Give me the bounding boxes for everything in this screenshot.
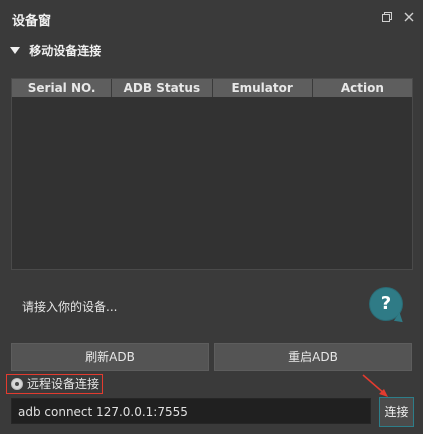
restore-icon[interactable] bbox=[381, 11, 393, 23]
connect-button[interactable]: 连接 bbox=[379, 397, 414, 427]
refresh-adb-button[interactable]: 刷新ADB bbox=[11, 343, 209, 371]
column-header-emulator[interactable]: Emulator bbox=[213, 79, 313, 97]
window-title: 设备窗 bbox=[12, 14, 52, 29]
close-icon[interactable] bbox=[403, 11, 415, 23]
column-header-adb-status[interactable]: ADB Status bbox=[112, 79, 213, 97]
help-button[interactable]: ? bbox=[370, 288, 402, 320]
column-header-action[interactable]: Action bbox=[313, 79, 412, 97]
remote-device-option[interactable]: 远程设备连接 bbox=[6, 374, 103, 394]
adb-connect-input[interactable]: adb connect 127.0.0.1:7555 bbox=[11, 398, 371, 424]
question-icon: ? bbox=[380, 293, 392, 314]
remote-label: 远程设备连接 bbox=[27, 377, 100, 391]
section-title: 移动设备连接 bbox=[29, 44, 102, 58]
triangle-down-icon bbox=[10, 47, 20, 54]
connect-device-hint: 请接入你的设备... bbox=[22, 300, 118, 314]
table-header: Serial NO. ADB Status Emulator Action bbox=[12, 79, 412, 97]
column-header-serial[interactable]: Serial NO. bbox=[12, 79, 113, 97]
mobile-device-section-header[interactable]: 移动设备连接 bbox=[10, 42, 101, 59]
red-arrow-icon bbox=[362, 374, 388, 397]
restart-adb-button[interactable]: 重启ADB bbox=[214, 343, 412, 371]
device-table: Serial NO. ADB Status Emulator Action bbox=[11, 78, 413, 270]
remote-radio[interactable] bbox=[11, 378, 23, 390]
title-bar: 设备窗 bbox=[0, 0, 423, 36]
